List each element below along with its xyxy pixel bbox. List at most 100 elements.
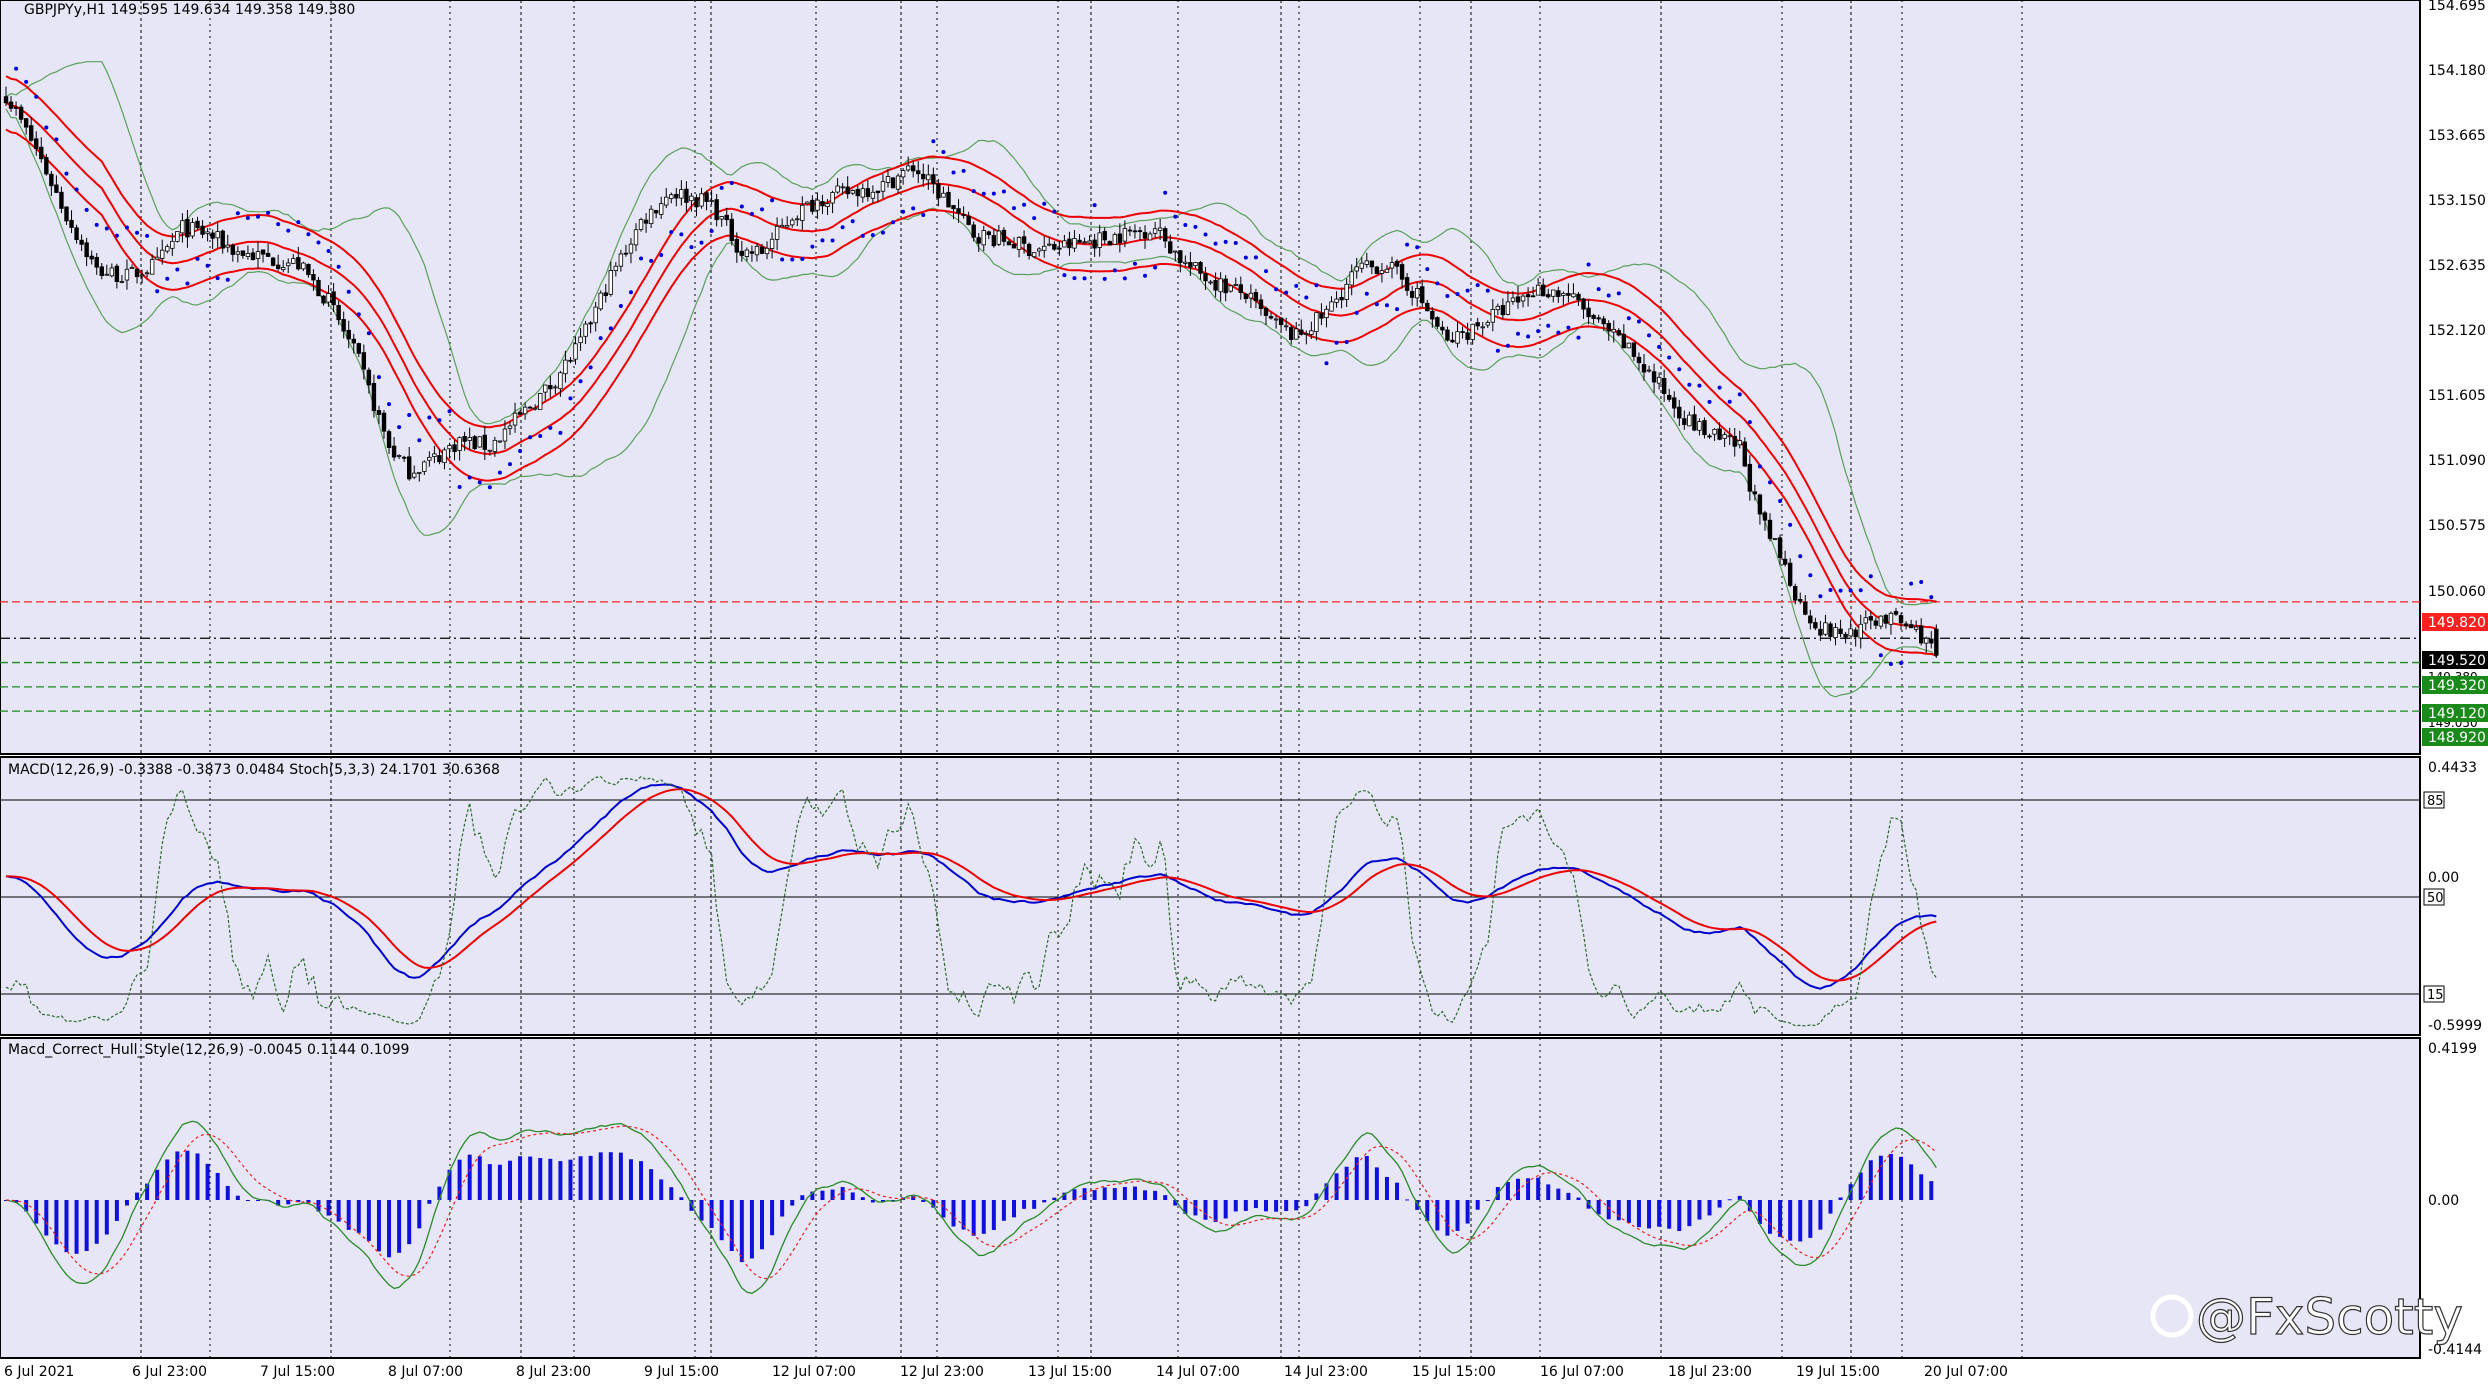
candle-body [1500, 305, 1506, 316]
sar-dot [850, 219, 855, 224]
candle-body [1324, 308, 1329, 318]
candle-body [180, 220, 185, 234]
hull-histogram-bar [1052, 1197, 1057, 1200]
hull-histogram-bar [1768, 1200, 1772, 1234]
candle-body [1349, 271, 1354, 286]
sar-dot [185, 281, 190, 286]
candle-body [522, 406, 528, 415]
candle-body [144, 272, 150, 275]
candle-body [23, 118, 29, 128]
candle-body [1309, 330, 1314, 335]
sar-dot [407, 413, 412, 418]
hull-histogram-bar [1405, 1199, 1410, 1201]
candle-body [1898, 615, 1904, 624]
candle-body [326, 293, 331, 303]
candle-body [563, 359, 568, 375]
candle-body [1546, 294, 1551, 298]
candle-body [779, 224, 785, 228]
candle-body [598, 292, 603, 310]
candle-body [553, 386, 558, 389]
candle-body [406, 456, 412, 480]
sar-dot [669, 230, 674, 235]
hull-histogram-bar [1888, 1153, 1893, 1200]
candle-body [386, 431, 392, 448]
candle-body [1173, 250, 1178, 253]
sar-dot [1929, 595, 1934, 600]
candle-body [991, 235, 997, 247]
candle-body [774, 225, 780, 240]
candle-body [1793, 586, 1798, 601]
sar-dot [1294, 283, 1299, 288]
candle-body [1299, 329, 1304, 335]
candle-body [492, 439, 498, 452]
candle-body [689, 195, 694, 202]
sar-dot [336, 264, 341, 269]
candle-body [966, 215, 971, 225]
sar-dot [1012, 206, 1016, 211]
hull-histogram-bar [1556, 1188, 1561, 1200]
level-tag: 148.920 [2428, 730, 2486, 746]
sar-dot [1193, 224, 1198, 229]
sar-dot [1546, 323, 1551, 328]
candle-body [215, 231, 220, 239]
candle-body [1495, 305, 1501, 311]
candle-body [512, 412, 518, 426]
sar-dot [981, 191, 986, 196]
candle-body [1283, 325, 1289, 328]
candle-body [1722, 434, 1727, 439]
time-label: 6 Jul 23:00 [132, 1364, 207, 1380]
hull-histogram-bar [709, 1200, 714, 1228]
candle-body [1364, 260, 1369, 265]
hull-histogram-bar [256, 1200, 260, 1202]
sar-dot [649, 258, 654, 263]
candle-body [1077, 239, 1082, 243]
candle-body [442, 449, 447, 464]
hull-macd-pane[interactable] [0, 1037, 2421, 1359]
candle-body [210, 232, 215, 239]
time-label: 19 Jul 15:00 [1796, 1364, 1880, 1380]
sar-dot [558, 430, 563, 435]
sar-dot [306, 232, 311, 237]
hull-histogram-bar [407, 1200, 412, 1245]
sar-dot [891, 220, 896, 225]
candle-body [1289, 327, 1294, 340]
sar-dot [326, 249, 331, 254]
sar-dot [1253, 255, 1258, 260]
candle-body [306, 263, 311, 276]
candle-body [1878, 615, 1884, 627]
hull-histogram-bar [1828, 1200, 1833, 1214]
sar-dot [1919, 579, 1924, 584]
candle-body [1561, 293, 1566, 296]
candle-body [1062, 240, 1067, 248]
candle-body [94, 256, 99, 268]
candle-body [1873, 620, 1879, 626]
chart-canvas[interactable]: 154.695 154.180 153.665 153.150 152.635 … [0, 0, 2488, 1391]
sar-dot [1586, 262, 1591, 267]
main-pane[interactable] [0, 0, 2421, 755]
sar-dot [487, 485, 492, 490]
hull-histogram-bar [568, 1159, 573, 1200]
sar-dot [84, 207, 89, 212]
candle-body [1772, 538, 1778, 540]
sar-dot [1052, 209, 1057, 214]
hull-histogram-bar [1657, 1200, 1662, 1227]
sar-dot [1495, 348, 1500, 353]
hull-histogram-bar [195, 1153, 200, 1200]
sar-dot [1737, 392, 1742, 397]
main-chart-header: GBPJPYy,H1 149.595 149.634 149.358 149.3… [24, 2, 355, 18]
candle-body [1535, 284, 1541, 296]
candle-body [583, 323, 588, 337]
hull-histogram-bar [245, 1200, 250, 1201]
sar-dot [346, 289, 351, 294]
candle-body [860, 188, 865, 198]
sar-dot [205, 263, 210, 268]
candle-body [855, 188, 860, 197]
candle-body [119, 281, 125, 283]
sar-dot [1505, 343, 1510, 348]
hull-histogram-bar [558, 1161, 563, 1200]
candle-body [1319, 312, 1324, 319]
trading-chart[interactable]: 154.695 154.180 153.665 153.150 152.635 … [0, 0, 2488, 1391]
candle-body [875, 190, 881, 194]
candle-body [1193, 262, 1198, 267]
hull-histogram-bar [538, 1158, 543, 1200]
